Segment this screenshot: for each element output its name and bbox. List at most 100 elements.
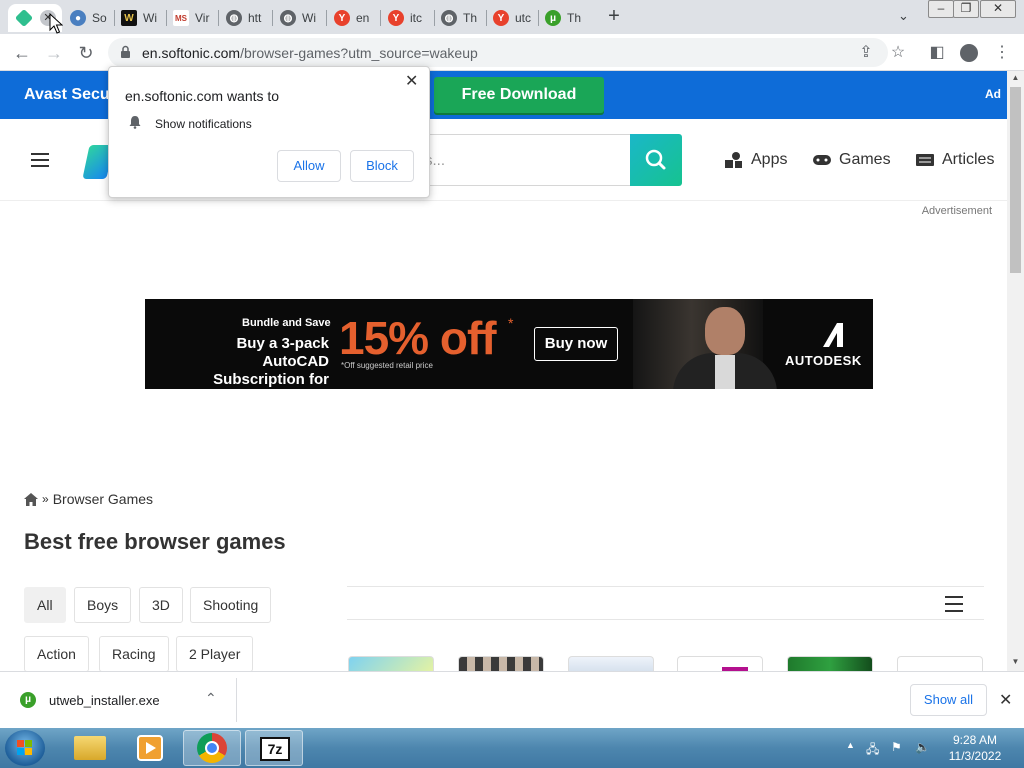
tab-separator — [272, 10, 273, 26]
game-thumbnail[interactable] — [348, 656, 434, 671]
nav-games[interactable]: Games — [812, 151, 891, 169]
banner-headline: Buy a 3-pack AutoCAD Subscription for — [172, 335, 329, 389]
tab-separator — [114, 10, 115, 26]
minimize-button[interactable]: – — [928, 0, 954, 18]
side-panel-icon[interactable]: ◧ — [926, 42, 948, 64]
share-icon[interactable]: ⇪ — [855, 42, 877, 64]
apps-icon — [725, 152, 742, 168]
tray-expand-icon[interactable]: ▲ — [846, 740, 855, 750]
allow-button[interactable]: Allow — [277, 150, 341, 182]
close-window-button[interactable]: ✕ — [980, 0, 1016, 18]
network-icon[interactable]: 🖧 — [866, 740, 879, 761]
game-thumbnail[interactable] — [458, 656, 544, 671]
tab-10[interactable]: Y utc — [493, 4, 535, 32]
reload-button[interactable]: ↻ — [75, 42, 97, 64]
profile-avatar-icon[interactable] — [958, 42, 980, 64]
free-download-button[interactable]: Free Download — [434, 77, 604, 113]
tab-6[interactable]: ◍ Wi — [280, 4, 322, 32]
restore-button[interactable]: ❐ — [953, 0, 979, 18]
nav-apps-label: Apps — [751, 151, 788, 168]
banner-fine-print: *Off suggested retail price — [341, 361, 433, 370]
filter-3d[interactable]: 3D — [139, 587, 183, 623]
bookmark-star-icon[interactable]: ☆ — [887, 42, 909, 64]
yandex-icon: Y — [388, 10, 404, 26]
close-shelf-icon[interactable]: ✕ — [999, 690, 1012, 710]
filter-racing[interactable]: Racing — [99, 636, 169, 671]
page-scrollbar[interactable]: ▲ ▼ — [1007, 71, 1024, 671]
nav-apps[interactable]: Apps — [724, 151, 787, 169]
start-button[interactable] — [5, 730, 45, 766]
filter-action[interactable]: Action — [24, 636, 89, 671]
chrome-icon-center — [205, 741, 219, 755]
permission-origin: en.softonic.com wants to — [125, 88, 280, 104]
taskbar-7zip[interactable]: 7z — [245, 730, 303, 766]
banner-asterisk: * — [508, 315, 514, 331]
page-title: Best free browser games — [24, 529, 286, 554]
list-view-icon[interactable] — [945, 596, 963, 612]
tab-title: Th — [567, 11, 582, 25]
globe-icon: ◍ — [441, 10, 457, 26]
taskbar-clock[interactable]: 9:28 AM 11/3/2022 — [940, 732, 1010, 764]
play-icon — [146, 742, 156, 754]
game-thumbnail[interactable] — [568, 656, 654, 671]
popup-close-icon[interactable]: ✕ — [405, 74, 419, 90]
tab-7[interactable]: Y en — [334, 4, 376, 32]
tab-title: itc — [410, 11, 422, 25]
filter-all[interactable]: All — [24, 587, 66, 623]
search-button[interactable] — [630, 134, 682, 186]
show-all-button[interactable]: Show all — [910, 684, 987, 716]
tab-3[interactable]: W Wi — [121, 4, 163, 32]
banner-line2: Subscription for — [213, 371, 329, 388]
bell-icon — [129, 116, 141, 129]
game-thumbnail[interactable] — [677, 656, 763, 671]
block-button[interactable]: Block — [350, 150, 414, 182]
game-thumbnail[interactable] — [897, 656, 983, 671]
breadcrumb-link[interactable]: Browser Games — [53, 491, 153, 507]
tab-title: Th — [463, 11, 478, 25]
url-text: en.softonic.com/browser-games?utm_source… — [142, 45, 478, 61]
banner-brand: AUTODESK — [785, 353, 862, 368]
tab-2[interactable]: ● So — [70, 4, 112, 32]
download-options-chevron-icon[interactable]: ⌃ — [205, 690, 217, 707]
tab-9[interactable]: ◍ Th — [441, 4, 483, 32]
new-tab-button[interactable]: + — [604, 6, 624, 26]
tab-separator — [166, 10, 167, 26]
hamburger-menu-icon[interactable] — [31, 153, 49, 167]
buy-now-button[interactable]: Buy now — [534, 327, 618, 361]
browser-menu-icon[interactable]: ⋮ — [991, 42, 1013, 64]
scroll-up-arrow-icon[interactable]: ▲ — [1007, 71, 1024, 85]
autodesk-banner-ad[interactable]: Bundle and Save Buy a 3-pack AutoCAD Sub… — [145, 299, 873, 389]
search-icon — [645, 149, 666, 170]
filter-shooting[interactable]: Shooting — [190, 587, 272, 623]
tab-search-chevron-icon[interactable]: ⌄ — [898, 8, 909, 24]
url-path: /browser-games?utm_source=wakeup — [240, 45, 478, 61]
tab-8[interactable]: Y itc — [388, 4, 430, 32]
game-thumbnail[interactable] — [787, 656, 873, 671]
scroll-down-arrow-icon[interactable]: ▼ — [1007, 655, 1024, 669]
tab-5[interactable]: ◍ htt — [226, 4, 268, 32]
back-button[interactable]: ← — [11, 42, 33, 64]
address-bar[interactable]: en.softonic.com/browser-games?utm_source… — [108, 38, 888, 67]
volume-icon[interactable]: 🔈 — [915, 740, 930, 754]
banner-kicker: Bundle and Save — [242, 317, 331, 329]
taskbar-explorer[interactable] — [62, 730, 120, 766]
nav-articles[interactable]: Articles — [915, 151, 994, 169]
taskbar-chrome[interactable] — [183, 730, 241, 766]
tab-separator — [486, 10, 487, 26]
breadcrumb: » Browser Games — [24, 491, 153, 507]
filter-boys[interactable]: Boys — [74, 587, 132, 623]
autodesk-logo-icon — [823, 323, 843, 347]
download-filename[interactable]: utweb_installer.exe — [49, 693, 160, 708]
tab-11[interactable]: μ Th — [545, 4, 587, 32]
action-center-flag-icon[interactable]: ⚑ — [891, 740, 902, 754]
forward-button[interactable]: → — [43, 42, 65, 64]
taskbar-media-player[interactable] — [122, 730, 180, 766]
scrollbar-thumb[interactable] — [1010, 87, 1021, 273]
home-icon[interactable] — [24, 492, 38, 506]
download-shelf: μ utweb_installer.exe ⌃ Show all ✕ — [0, 671, 1024, 728]
advertisement-label: Advertisement — [921, 205, 992, 217]
filter-2-player[interactable]: 2 Player — [176, 636, 254, 671]
utorrent-icon: μ — [545, 10, 561, 26]
tab-4[interactable]: MS Vir — [173, 4, 215, 32]
7zip-icon: 7z — [260, 737, 290, 761]
